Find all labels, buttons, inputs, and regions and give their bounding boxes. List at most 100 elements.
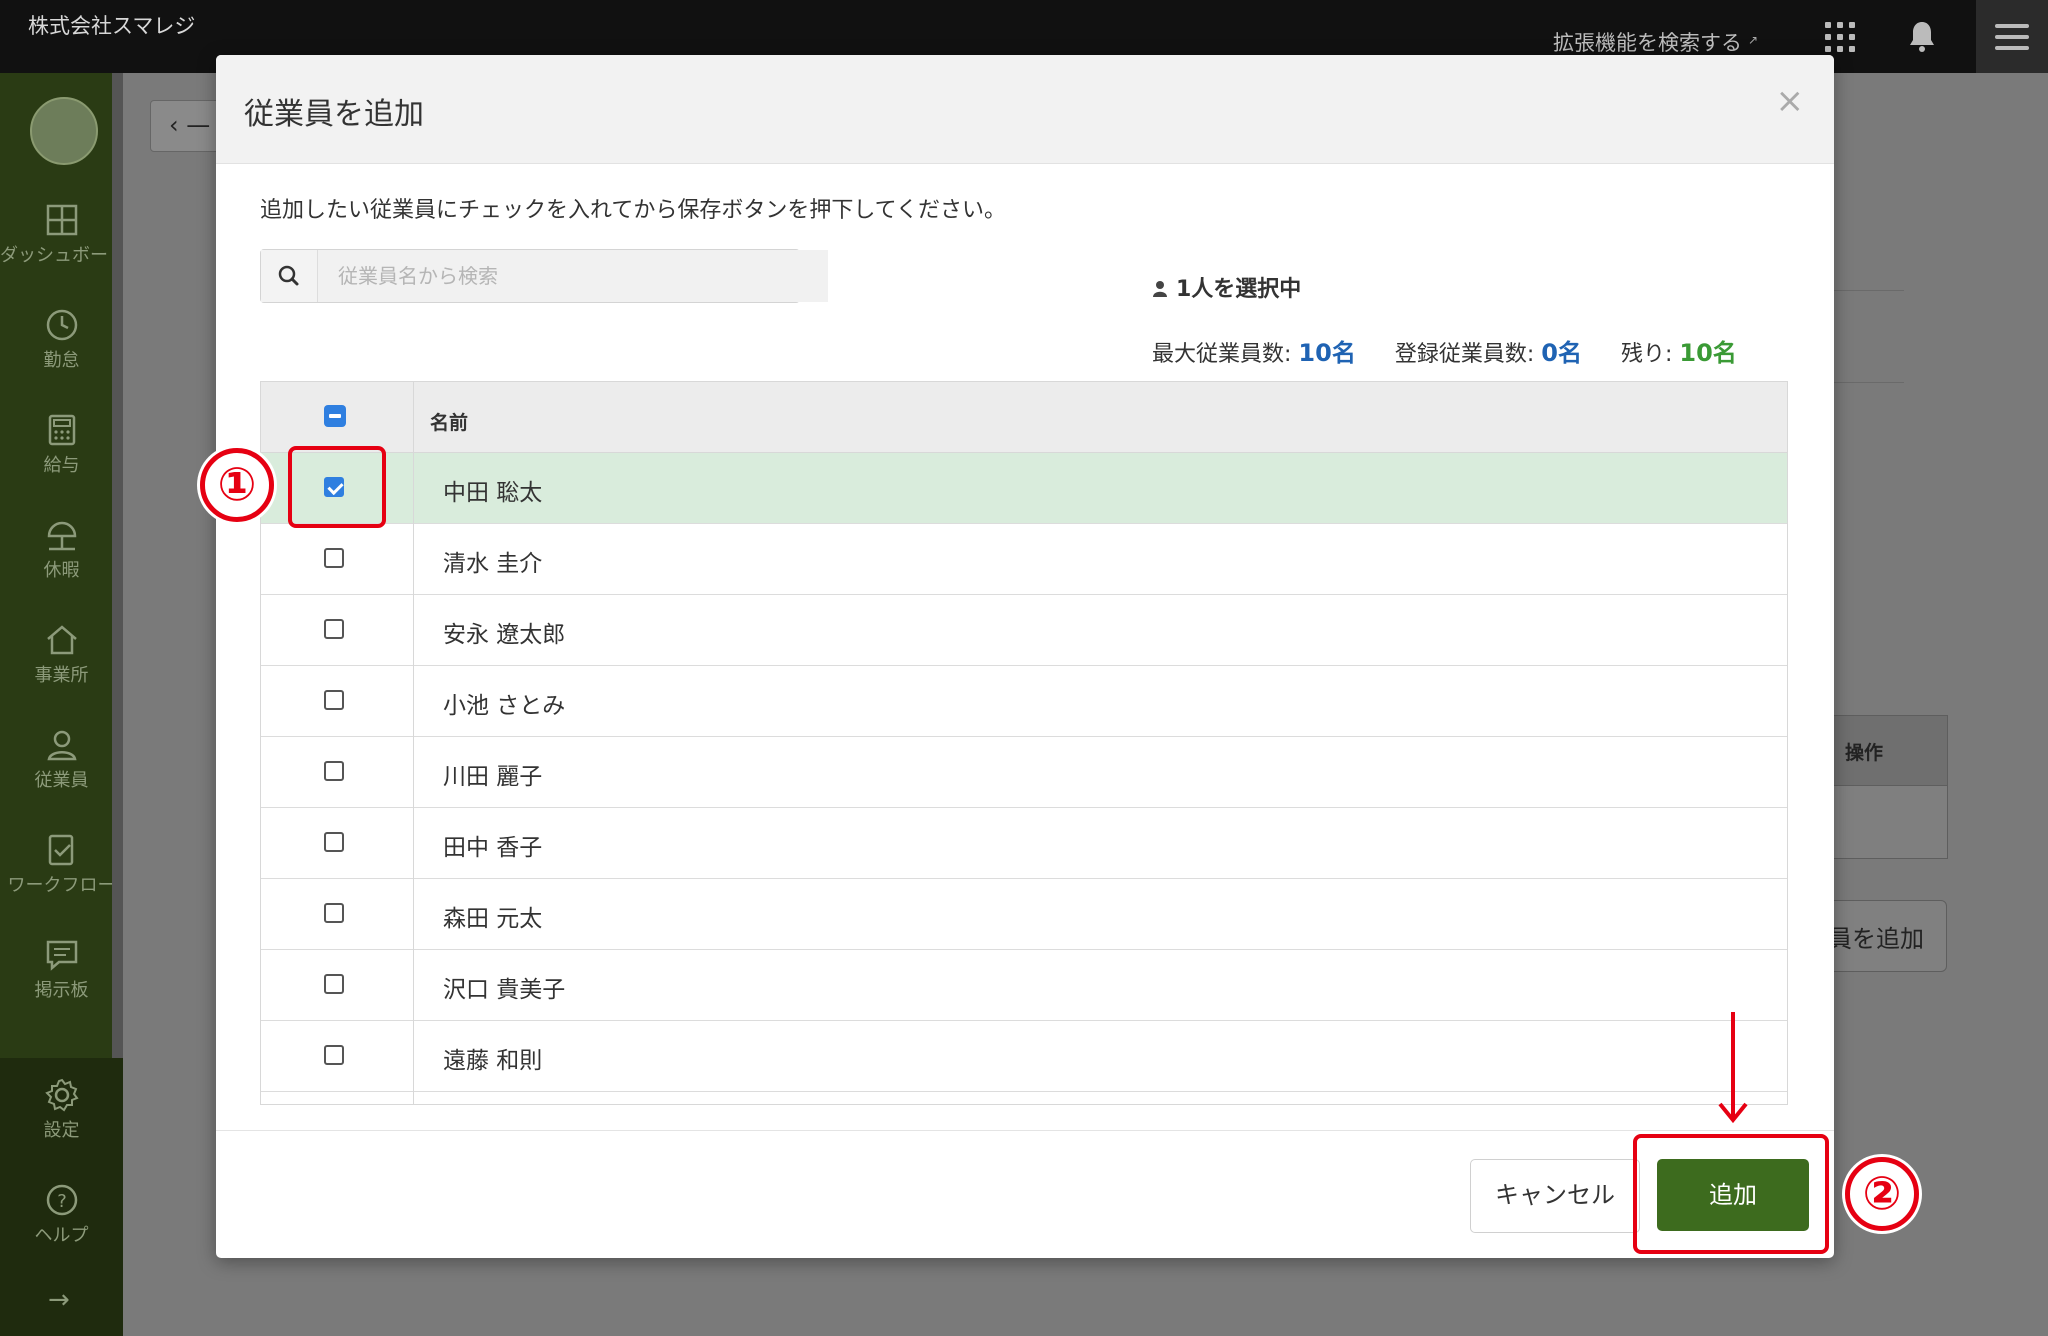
employee-name: 小池 さとみ <box>443 693 566 719</box>
employee-checkbox[interactable] <box>324 903 344 923</box>
registered-employees-value: 0名 <box>1541 339 1582 367</box>
instruction-text: 追加したい従業員にチェックを入れてから保存ボタンを押下してください。 <box>260 198 1007 223</box>
add-employee-modal: 従業員を追加 × 追加したい従業員にチェックを入れてから保存ボタンを押下してくだ… <box>216 55 1834 1258</box>
avatar[interactable] <box>30 97 98 165</box>
annotation-step-1: ① <box>200 448 274 522</box>
dashboard-icon <box>46 204 77 236</box>
modal-footer-divider <box>216 1130 1834 1131</box>
calculator-icon <box>48 414 75 446</box>
remaining-label: 残り: <box>1620 342 1673 367</box>
extension-search-label: 拡張機能を検索する <box>1553 31 1742 55</box>
sidebar-item-label: 給与 <box>43 455 80 476</box>
sidebar-item-bulletin[interactable]: 掲示板 <box>0 938 123 1002</box>
cancel-button[interactable]: キャンセル <box>1470 1159 1640 1233</box>
employee-checkbox[interactable] <box>324 1045 344 1065</box>
table-row[interactable]: 安永 遼太郎 <box>261 595 1787 666</box>
sidebar-item-label: 事業所 <box>34 665 89 686</box>
table-row[interactable]: 清水 圭介 <box>261 524 1787 595</box>
clock-icon <box>46 309 77 341</box>
modal-header: 従業員を追加 × <box>216 55 1834 164</box>
employee-search-input[interactable] <box>318 250 828 302</box>
employee-table: 名前 中田 聡太清水 圭介安永 遼太郎小池 さとみ 川田 麗子田中 香子森田 元太… <box>260 381 1788 1105</box>
help-icon: ? <box>46 1184 77 1216</box>
modal-title: 従業員を追加 <box>244 97 424 132</box>
apps-grid-icon[interactable] <box>1825 22 1855 52</box>
remaining-value: 10名 <box>1679 339 1737 367</box>
sidebar-item-label: 勤怠 <box>43 350 80 371</box>
sidebar-item-label: 従業員 <box>34 770 89 791</box>
sidebar-item-label: ダッシュボード <box>0 245 126 266</box>
table-row[interactable]: 森田 元太 <box>261 879 1787 950</box>
search-icon <box>261 250 318 302</box>
employee-name: 清水 圭介 <box>443 551 543 577</box>
max-employees-value: 10名 <box>1298 339 1356 367</box>
selected-count-text: 1人を選択中 <box>1176 277 1302 302</box>
employee-checkbox[interactable] <box>324 690 344 710</box>
table-row[interactable]: 中田 聡太 <box>261 453 1787 524</box>
selected-count: 1人を選択中 <box>1152 271 1301 303</box>
employee-checkbox[interactable] <box>324 619 344 639</box>
divider <box>1834 382 1904 383</box>
sidebar-item-office[interactable]: 事業所 <box>0 623 123 687</box>
background-table-header: 操作 <box>1820 715 1948 787</box>
employee-name: 川田 麗子 <box>443 764 543 790</box>
sidebar-item-attendance[interactable]: 勤怠 <box>0 308 123 372</box>
annotation-step-2: ② <box>1845 1157 1919 1231</box>
sidebar-item-workflow[interactable]: ワークフロー <box>0 833 123 897</box>
name-column-header: 名前 <box>430 412 469 434</box>
max-employees-label: 最大従業員数: <box>1152 342 1292 367</box>
sidebar-item-settings[interactable]: 設定 <box>0 1078 123 1142</box>
max-employees-stat: 最大従業員数: 10名 <box>1152 333 1356 368</box>
employee-checkbox[interactable] <box>324 548 344 568</box>
employee-checkbox[interactable] <box>324 761 344 781</box>
svg-text:?: ? <box>57 1191 67 1212</box>
employee-name: 沢口 貴美子 <box>443 977 566 1003</box>
person-icon <box>46 730 77 761</box>
sidebar-item-label: ワークフロー <box>7 875 116 896</box>
sidebar-item-payroll[interactable]: 給与 <box>0 413 123 477</box>
sidebar-item-dashboard[interactable]: ダッシュボード <box>0 203 126 267</box>
sidebar: ダッシュボード 勤怠 給与 休暇 事業所 従業員 ワークフロー 掲示板 設定 ?… <box>0 73 126 1336</box>
select-all-checkbox[interactable] <box>324 405 346 427</box>
column-divider <box>413 382 414 1104</box>
table-row[interactable]: 遠藤 和則 <box>261 1021 1787 1092</box>
annotation-highlight-add-button <box>1633 1134 1829 1254</box>
employee-name: 遠藤 和則 <box>443 1048 543 1074</box>
external-link-icon: ↗ <box>1748 33 1759 47</box>
employee-checkbox[interactable] <box>324 832 344 852</box>
table-row[interactable]: 小池 さとみ <box>261 666 1787 737</box>
sidebar-item-label: ヘルプ <box>34 1225 89 1246</box>
divider <box>1834 290 1904 291</box>
table-row[interactable]: 田中 香子 <box>261 808 1787 879</box>
workflow-icon <box>48 834 73 866</box>
close-icon[interactable]: × <box>1776 81 1805 121</box>
expand-sidebar-icon[interactable]: → <box>48 1285 70 1315</box>
sidebar-item-label: 設定 <box>43 1120 80 1141</box>
sidebar-item-label: 休暇 <box>43 560 80 581</box>
sidebar-item-label: 掲示板 <box>34 980 89 1001</box>
home-icon <box>46 625 77 655</box>
table-row[interactable]: 川田 麗子 <box>261 737 1787 808</box>
annotation-highlight-checkbox <box>288 446 386 528</box>
annotation-arrow-icon <box>1718 1012 1748 1124</box>
bell-icon[interactable] <box>1907 19 1937 53</box>
employee-name: 田中 香子 <box>443 835 543 861</box>
sidebar-item-help[interactable]: ? ヘルプ <box>0 1183 123 1247</box>
search-box <box>260 249 828 303</box>
umbrella-icon <box>47 521 76 551</box>
remaining-stat: 残り: 10名 <box>1621 333 1737 368</box>
gear-icon <box>44 1078 79 1112</box>
company-name: 株式会社スマレジ <box>28 14 196 38</box>
registered-employees-label: 登録従業員数: <box>1394 342 1535 367</box>
sidebar-item-leave[interactable]: 休暇 <box>0 518 123 582</box>
employee-stats: 最大従業員数: 10名 登録従業員数: 0名 残り: 10名 <box>1152 333 1769 368</box>
message-icon <box>46 940 77 971</box>
table-row[interactable]: 沢口 貴美子 <box>261 950 1787 1021</box>
table-header: 名前 <box>261 382 1787 453</box>
chevron-left-icon: ‹ — <box>169 111 211 139</box>
extension-search-link[interactable]: 拡張機能を検索する ↗ <box>1553 27 1758 57</box>
employee-checkbox[interactable] <box>324 974 344 994</box>
sidebar-item-employees[interactable]: 従業員 <box>0 728 123 792</box>
operation-column-header: 操作 <box>1845 742 1884 764</box>
hamburger-menu-icon[interactable] <box>1976 0 2048 73</box>
